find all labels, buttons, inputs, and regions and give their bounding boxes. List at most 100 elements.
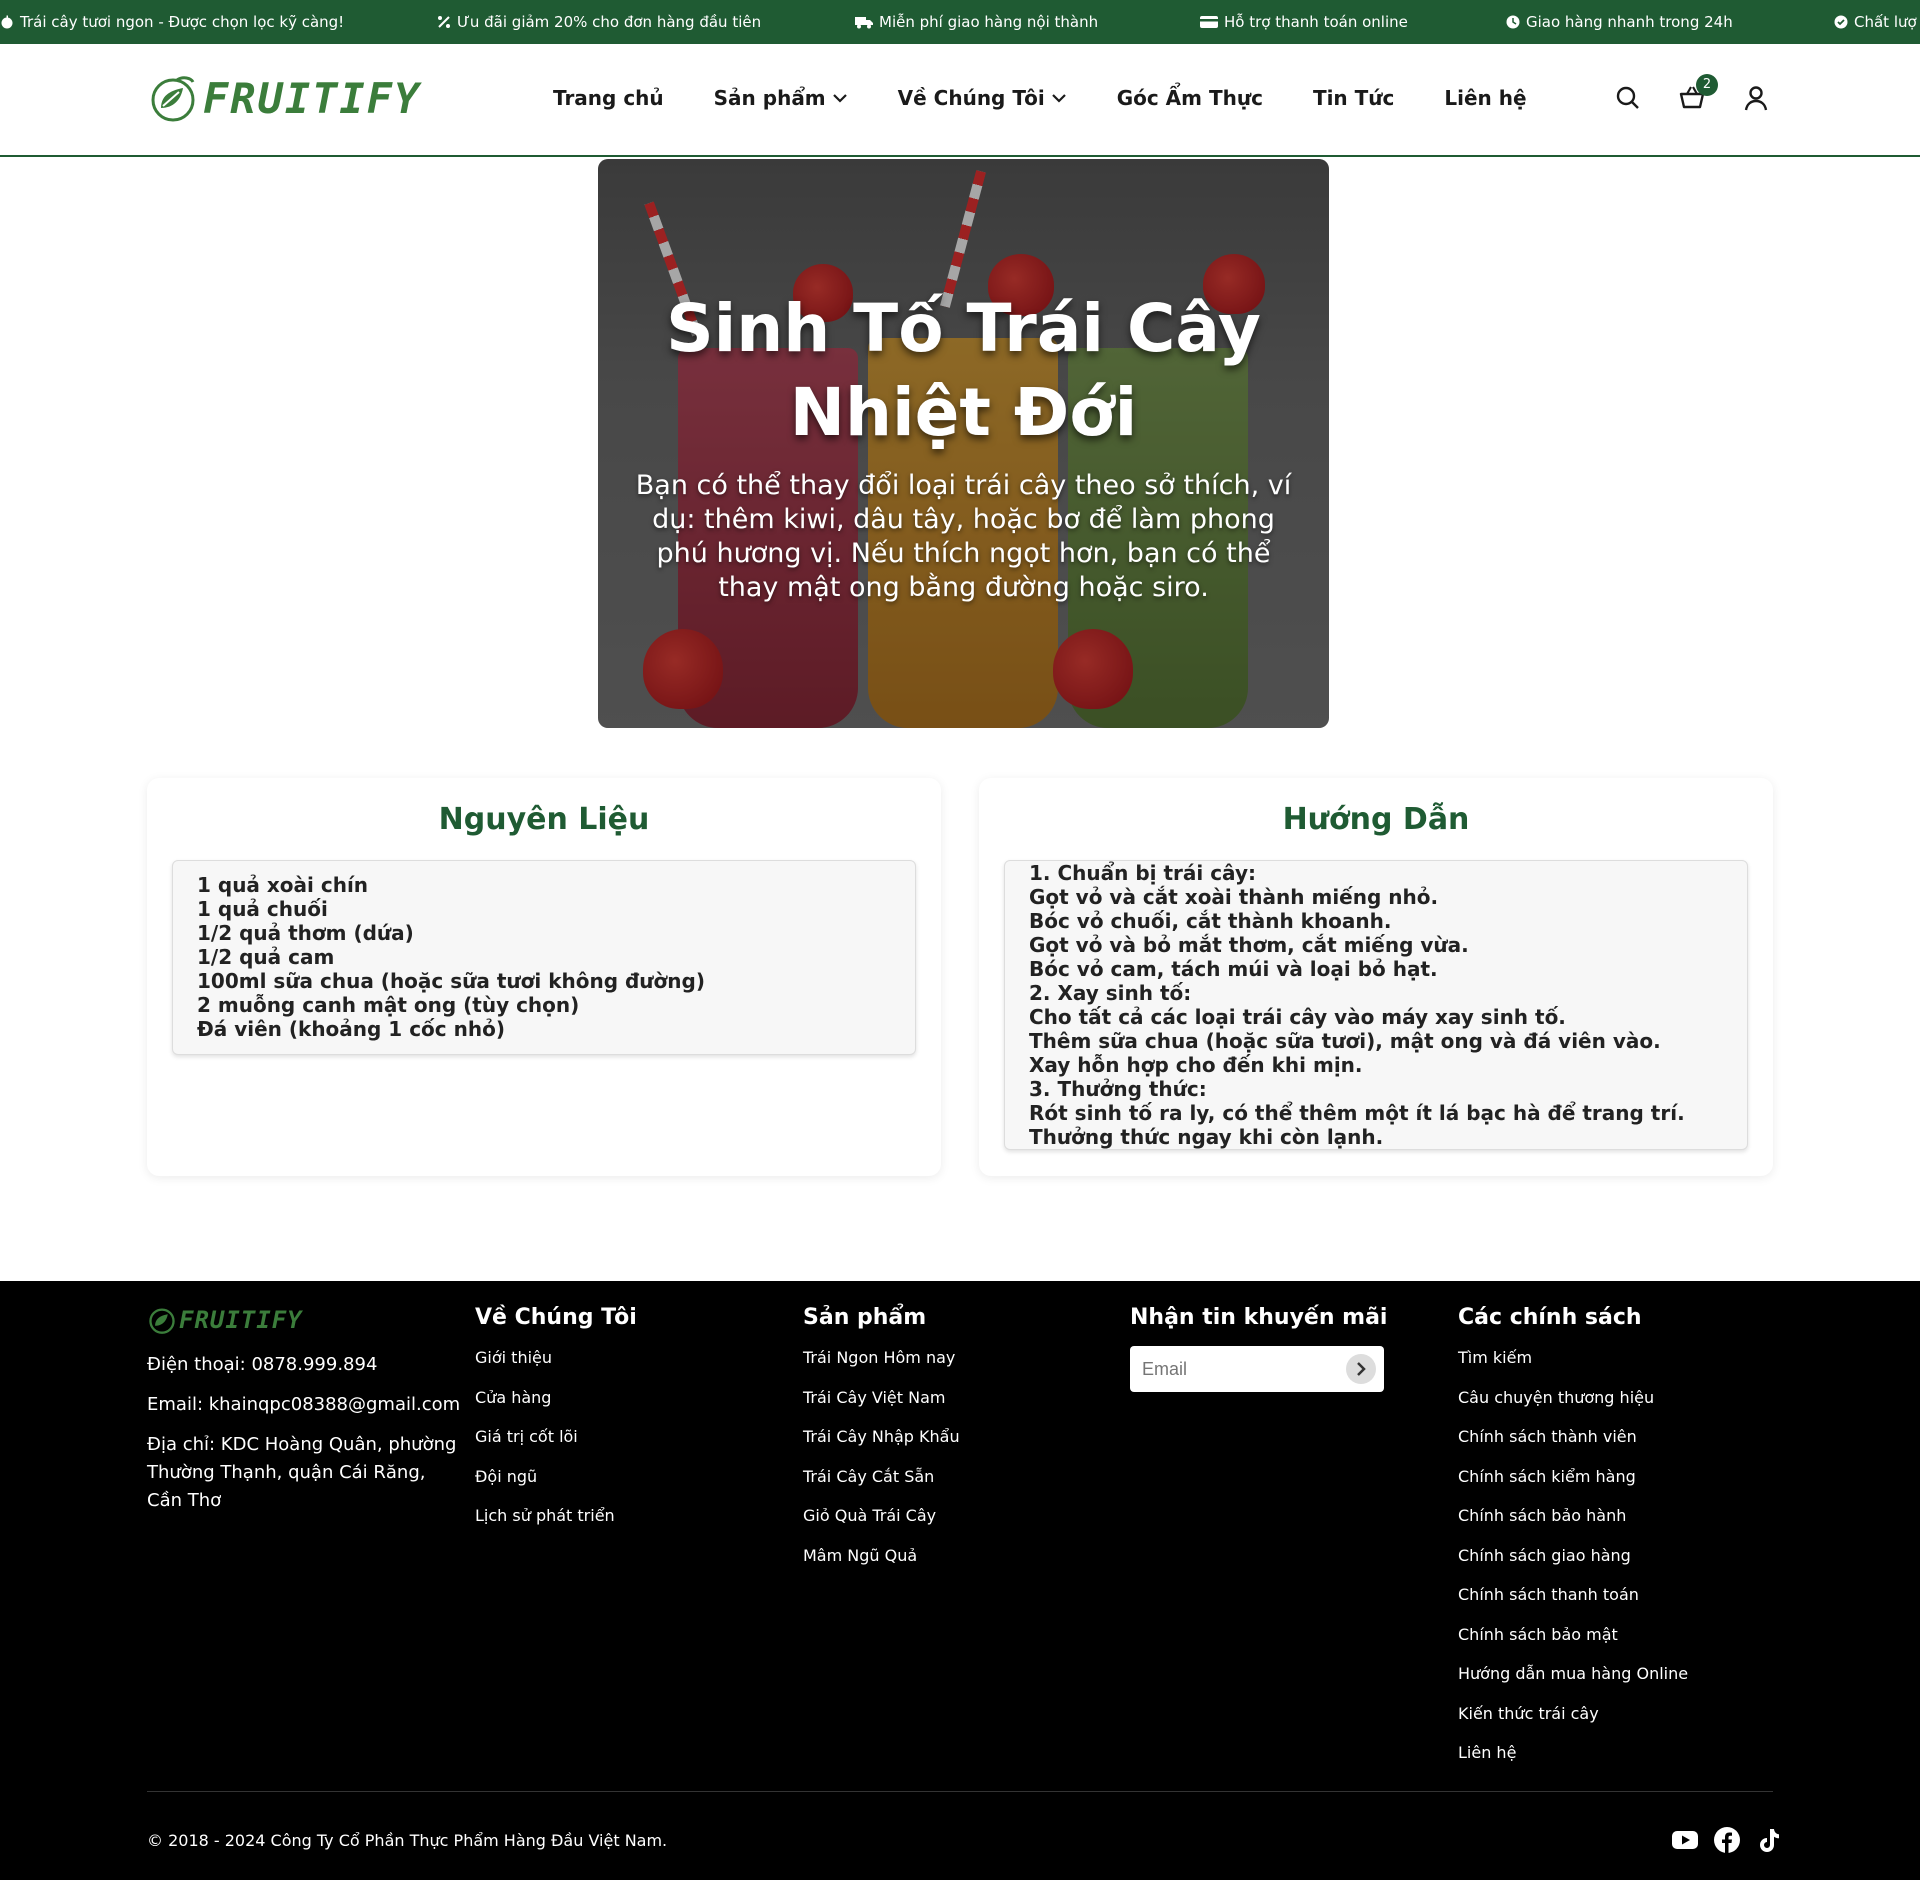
- footer-email: Email: khainqpc08388@gmail.com: [147, 1394, 461, 1415]
- instruction-line: Thêm sữa chua (hoặc sữa tươi), mật ong v…: [1029, 1029, 1661, 1053]
- cart-button[interactable]: 2: [1678, 74, 1718, 112]
- check-circle-icon: [1834, 15, 1848, 29]
- site-logo[interactable]: FRUITIFY: [147, 72, 421, 124]
- user-icon[interactable]: [1742, 84, 1770, 112]
- nav-item-home[interactable]: Trang chủ: [553, 86, 664, 110]
- facebook-icon[interactable]: [1713, 1826, 1741, 1854]
- footer-link[interactable]: Mâm Ngũ Quả: [803, 1544, 960, 1567]
- instruction-line: Gọt vỏ và cắt xoài thành miếng nhỏ.: [1029, 885, 1439, 909]
- ingredient-item: 1/2 quả thơm (dứa): [197, 921, 414, 945]
- ingredient-item: 100ml sữa chua (hoặc sữa tươi không đườn…: [197, 969, 705, 993]
- newsletter-submit-button[interactable]: [1346, 1354, 1376, 1384]
- footer-link[interactable]: Chính sách bảo mật: [1458, 1623, 1688, 1646]
- footer-link[interactable]: Chính sách bảo hành: [1458, 1504, 1688, 1527]
- instruction-step-heading: 1. Chuẩn bị trái cây:: [1029, 861, 1256, 885]
- footer-link[interactable]: Cửa hàng: [475, 1386, 637, 1409]
- footer-link[interactable]: Trái Cây Cắt Sẵn: [803, 1465, 960, 1488]
- percent-icon: [438, 16, 450, 28]
- instruction-step-heading: 2. Xay sinh tố:: [1029, 981, 1192, 1005]
- truck-icon: [855, 17, 873, 29]
- social-links: [1671, 1826, 1783, 1854]
- leaf-logo-icon: [151, 76, 195, 122]
- recipe-hero: Sinh Tố Trái Cây Nhiệt Đới Bạn có thể th…: [598, 159, 1329, 728]
- footer-contact: FRUITIFY Điện thoại: 0878.999.894 Email:…: [147, 1305, 462, 1527]
- instruction-line: Thưởng thức ngay khi còn lạnh.: [1029, 1125, 1384, 1149]
- apple-icon: [1, 15, 13, 29]
- ingredients-card: Nguyên Liệu 1 quả xoài chín 1 quả chuối …: [147, 778, 941, 1176]
- footer-link[interactable]: Chính sách kiểm hàng: [1458, 1465, 1688, 1488]
- announcement-text: Miễn phí giao hàng nội thành: [879, 13, 1099, 31]
- hero-title: Sinh Tố Trái Cây Nhiệt Đới: [598, 287, 1329, 455]
- footer-divider: [147, 1791, 1773, 1792]
- footer-link[interactable]: Chính sách giao hàng: [1458, 1544, 1688, 1567]
- announcement-text: Ưu đãi giảm 20% cho đơn hàng đầu tiên: [457, 13, 762, 31]
- nav-item-culinary[interactable]: Góc Ẩm Thực: [1117, 86, 1263, 110]
- ingredient-item: Đá viên (khoảng 1 cốc nhỏ): [197, 1017, 505, 1041]
- instruction-line: Xay hỗn hợp cho đến khi mịn.: [1029, 1053, 1363, 1077]
- footer-link[interactable]: Liên hệ: [1458, 1741, 1688, 1764]
- ingredient-item: 1/2 quả cam: [197, 945, 335, 969]
- footer-address: Địa chỉ: KDC Hoàng Quân, phường Thường T…: [147, 1434, 457, 1511]
- announcement-text: Trái cây tươi ngon - Được chọn lọc kỹ cà…: [20, 13, 345, 31]
- footer-link[interactable]: Trái Ngon Hôm nay: [803, 1346, 960, 1369]
- footer-link[interactable]: Câu chuyện thương hiệu: [1458, 1386, 1688, 1409]
- nav-label: Sản phẩm: [713, 86, 826, 110]
- footer-link[interactable]: Giá trị cốt lõi: [475, 1425, 637, 1448]
- announcement-bar: Trái cây tươi ngon - Được chọn lọc kỹ cà…: [0, 0, 1920, 44]
- ingredients-list: 1 quả xoài chín 1 quả chuối 1/2 quả thơm…: [172, 860, 916, 1055]
- footer-about-title: Về Chúng Tôi: [475, 1305, 637, 1330]
- main-nav: Trang chủ Sản phẩm Về Chúng Tôi Góc Ẩm T…: [553, 86, 1577, 110]
- instructions-card: Hướng Dẫn 1. Chuẩn bị trái cây: Gọt vỏ v…: [979, 778, 1773, 1176]
- clock-icon: [1506, 15, 1520, 29]
- footer-products-title: Sản phẩm: [803, 1305, 927, 1330]
- search-icon[interactable]: [1614, 84, 1642, 112]
- announcement-item: Miễn phí giao hàng nội thành: [855, 13, 1098, 31]
- site-header: FRUITIFY Trang chủ Sản phẩm Về Chúng Tôi…: [0, 44, 1920, 157]
- instruction-line: Bóc vỏ cam, tách múi và loại bỏ hạt.: [1029, 957, 1438, 981]
- chevron-right-icon: [1357, 1362, 1366, 1376]
- footer-link[interactable]: Giỏ Quà Trái Cây: [803, 1504, 960, 1527]
- hero-description: Bạn có thể thay đổi loại trái cây theo s…: [635, 470, 1292, 603]
- footer-link[interactable]: Trái Cây Nhập Khẩu: [803, 1425, 960, 1448]
- instructions-title: Hướng Dẫn: [1282, 802, 1470, 837]
- chevron-down-icon: [1051, 94, 1066, 103]
- instruction-line: Rót sinh tố ra ly, có thể thêm một ít lá…: [1029, 1101, 1685, 1125]
- announcement-text: Chất lượ: [1854, 13, 1917, 31]
- instructions-list: 1. Chuẩn bị trái cây: Gọt vỏ và cắt xoài…: [1004, 860, 1748, 1150]
- footer-link[interactable]: Trái Cây Việt Nam: [803, 1386, 960, 1409]
- footer-link[interactable]: Lịch sử phát triển: [475, 1504, 637, 1527]
- footer-link[interactable]: Giới thiệu: [475, 1346, 637, 1369]
- chevron-down-icon: [832, 94, 847, 103]
- newsletter-email-input[interactable]: [1142, 1356, 1332, 1382]
- footer-link[interactable]: Đội ngũ: [475, 1465, 637, 1488]
- footer-products: Sản phẩm Trái Ngon Hôm nay Trái Cây Việt…: [803, 1305, 960, 1583]
- footer-link[interactable]: Kiến thức trái cây: [1458, 1702, 1688, 1725]
- footer-logo[interactable]: FRUITIFY: [147, 1305, 462, 1335]
- leaf-logo-icon: [149, 1308, 175, 1334]
- footer-phone: Điện thoại: 0878.999.894: [147, 1354, 378, 1375]
- credit-card-icon: [1200, 16, 1218, 28]
- nav-item-news[interactable]: Tin Tức: [1313, 86, 1394, 110]
- footer-link[interactable]: Tìm kiếm: [1458, 1346, 1688, 1369]
- ingredient-item: 2 muỗng canh mật ong (tùy chọn): [197, 993, 580, 1017]
- announcement-item: Giao hàng nhanh trong 24h: [1506, 13, 1733, 31]
- newsletter-form: [1130, 1346, 1384, 1392]
- nav-item-contact[interactable]: Liên hệ: [1444, 86, 1526, 110]
- instruction-line: Cho tất cả các loại trái cây vào máy xay…: [1029, 1005, 1566, 1029]
- cart-count-badge: 2: [1696, 74, 1718, 96]
- nav-label: Góc Ẩm Thực: [1116, 86, 1263, 110]
- logo-text: FRUITIFY: [203, 73, 422, 123]
- footer-link[interactable]: Hướng dẫn mua hàng Online: [1458, 1662, 1688, 1685]
- tiktok-icon[interactable]: [1755, 1826, 1783, 1854]
- nav-label: Tin Tức: [1312, 86, 1395, 110]
- footer-link[interactable]: Chính sách thành viên: [1458, 1425, 1688, 1448]
- youtube-icon[interactable]: [1671, 1826, 1699, 1854]
- footer-link[interactable]: Chính sách thanh toán: [1458, 1583, 1688, 1606]
- nav-item-products[interactable]: Sản phẩm: [714, 86, 848, 110]
- nav-label: Trang chủ: [553, 86, 664, 110]
- footer-about: Về Chúng Tôi Giới thiệu Cửa hàng Giá trị…: [475, 1305, 637, 1544]
- announcement-item: Hỗ trợ thanh toán online: [1200, 13, 1408, 31]
- nav-item-about[interactable]: Về Chúng Tôi: [898, 86, 1067, 110]
- announcement-item: Chất lượ: [1834, 13, 1917, 31]
- header-actions: 2: [1614, 74, 1770, 112]
